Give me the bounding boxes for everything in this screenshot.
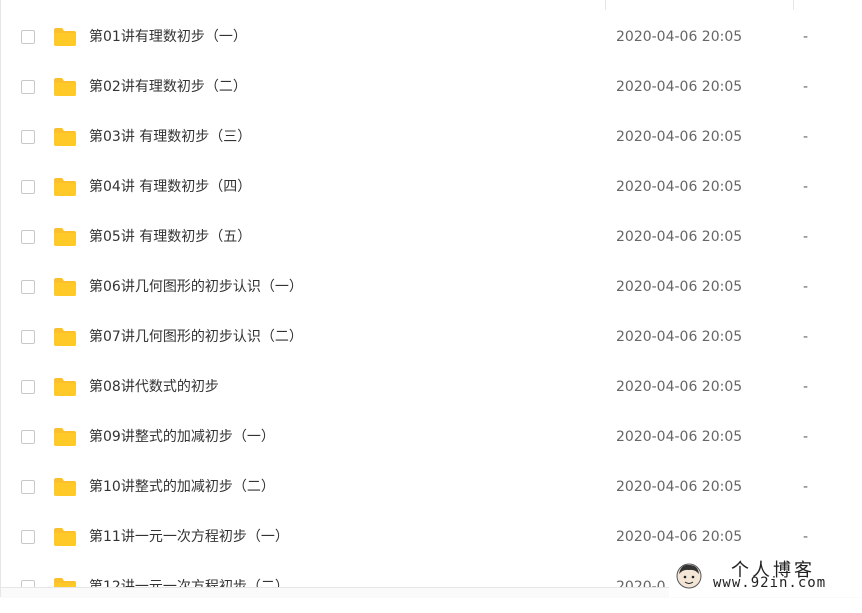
row-checkbox[interactable] bbox=[21, 230, 35, 244]
folder-icon bbox=[54, 28, 76, 46]
modified-date: 2020-04-06 20:05 bbox=[616, 529, 743, 545]
folder-icon bbox=[54, 128, 76, 146]
file-size: - bbox=[803, 479, 809, 495]
folder-icon bbox=[54, 378, 76, 396]
row-checkbox[interactable] bbox=[21, 430, 35, 444]
column-divider bbox=[605, 0, 606, 10]
file-row[interactable]: 第02讲有理数初步（二） 2020-04-06 20:05 - bbox=[1, 63, 862, 113]
file-size: - bbox=[803, 79, 809, 95]
file-size: - bbox=[803, 279, 809, 295]
row-checkbox[interactable] bbox=[21, 80, 35, 94]
avatar-icon bbox=[676, 563, 702, 589]
row-checkbox[interactable] bbox=[21, 30, 35, 44]
file-size: - bbox=[803, 379, 809, 395]
file-name[interactable]: 第08讲代数式的初步 bbox=[89, 377, 219, 397]
folder-icon bbox=[54, 428, 76, 446]
watermark-url: www.92in.com bbox=[713, 575, 827, 591]
modified-date: 2020-04-06 20:05 bbox=[616, 129, 743, 145]
file-name[interactable]: 第05讲 有理数初步（五） bbox=[89, 227, 251, 247]
row-checkbox[interactable] bbox=[21, 330, 35, 344]
row-checkbox[interactable] bbox=[21, 480, 35, 494]
modified-date: 2020-04-06 20:05 bbox=[616, 179, 743, 195]
modified-date: 2020-04-06 20:05 bbox=[616, 229, 743, 245]
folder-icon bbox=[54, 278, 76, 296]
folder-icon bbox=[54, 528, 76, 546]
file-name[interactable]: 第02讲有理数初步（二） bbox=[89, 77, 247, 97]
file-row[interactable]: 第03讲 有理数初步（三） 2020-04-06 20:05 - bbox=[1, 113, 862, 163]
file-name[interactable]: 第01讲有理数初步（一） bbox=[89, 27, 247, 47]
file-row[interactable]: 第04讲 有理数初步（四） 2020-04-06 20:05 - bbox=[1, 163, 862, 213]
folder-icon bbox=[54, 228, 76, 246]
file-size: - bbox=[803, 529, 809, 545]
column-divider bbox=[793, 0, 794, 10]
file-name[interactable]: 第03讲 有理数初步（三） bbox=[89, 127, 251, 147]
file-size: - bbox=[803, 329, 809, 345]
modified-date: 2020-04-06 20:05 bbox=[616, 429, 743, 445]
file-row[interactable]: 第10讲整式的加减初步（二） 2020-04-06 20:05 - bbox=[1, 463, 862, 513]
file-name[interactable]: 第06讲几何图形的初步认识（一） bbox=[89, 277, 303, 297]
file-row[interactable]: 第08讲代数式的初步 2020-04-06 20:05 - bbox=[1, 363, 862, 413]
file-name[interactable]: 第11讲一元一次方程初步（一） bbox=[89, 527, 289, 547]
file-size: - bbox=[803, 29, 809, 45]
row-checkbox[interactable] bbox=[21, 530, 35, 544]
folder-icon bbox=[54, 178, 76, 196]
row-checkbox[interactable] bbox=[21, 130, 35, 144]
row-checkbox[interactable] bbox=[21, 180, 35, 194]
file-size: - bbox=[803, 229, 809, 245]
folder-icon bbox=[54, 328, 76, 346]
file-size: - bbox=[803, 179, 809, 195]
blog-watermark: 个人博客 www.92in.com bbox=[669, 556, 862, 597]
folder-icon bbox=[54, 478, 76, 496]
modified-date: 2020-04-06 20:05 bbox=[616, 379, 743, 395]
file-name[interactable]: 第07讲几何图形的初步认识（二） bbox=[89, 327, 303, 347]
modified-date: 2020-04-06 20:05 bbox=[616, 479, 743, 495]
file-name[interactable]: 第10讲整式的加减初步（二） bbox=[89, 477, 275, 497]
modified-date: 2020-04-06 20:05 bbox=[616, 279, 743, 295]
file-row[interactable]: 第07讲几何图形的初步认识（二） 2020-04-06 20:05 - bbox=[1, 313, 862, 363]
file-row[interactable]: 第05讲 有理数初步（五） 2020-04-06 20:05 - bbox=[1, 213, 862, 263]
row-checkbox[interactable] bbox=[21, 280, 35, 294]
modified-date: 2020-04-06 20:05 bbox=[616, 29, 743, 45]
folder-icon bbox=[54, 78, 76, 96]
file-row[interactable]: 第09讲整式的加减初步（一） 2020-04-06 20:05 - bbox=[1, 413, 862, 463]
file-list-panel: 第01讲有理数初步（一） 2020-04-06 20:05- 第02讲有理数初步（二… bbox=[0, 0, 862, 598]
modified-date: 2020-04-06 20:05 bbox=[616, 79, 743, 95]
file-name[interactable]: 第09讲整式的加减初步（一） bbox=[89, 427, 275, 447]
modified-date: 2020-04-06 20:05 bbox=[616, 329, 743, 345]
file-size: - bbox=[803, 429, 809, 445]
file-row[interactable]: 第01讲有理数初步（一） 2020-04-06 20:05 - bbox=[1, 13, 862, 63]
file-row[interactable]: 第06讲几何图形的初步认识（一） 2020-04-06 20:05 - bbox=[1, 263, 862, 313]
row-checkbox[interactable] bbox=[21, 380, 35, 394]
file-name[interactable]: 第04讲 有理数初步（四） bbox=[89, 177, 251, 197]
file-size: - bbox=[803, 129, 809, 145]
